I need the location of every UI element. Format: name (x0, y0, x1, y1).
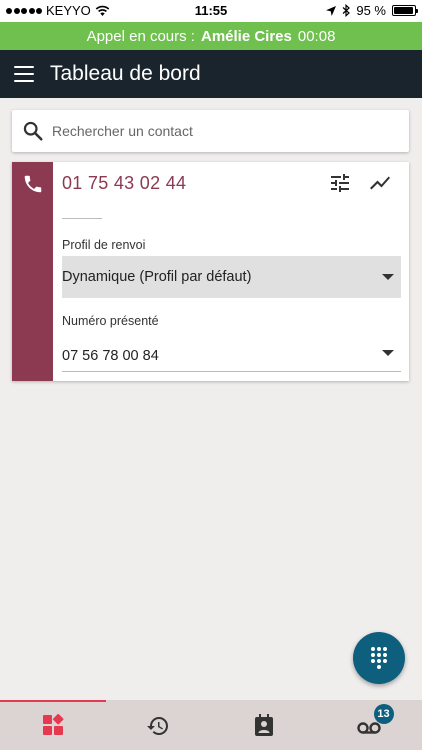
hamburger-menu-icon[interactable] (14, 66, 34, 82)
contacts-icon (254, 714, 273, 736)
dialpad-icon (371, 647, 387, 669)
dashboard-icon (42, 714, 64, 735)
voicemail-count-badge: 13 (373, 704, 394, 724)
line-color-strip (12, 162, 53, 381)
contact-search-box[interactable] (12, 110, 409, 152)
tab-contacts[interactable] (211, 700, 317, 750)
search-input[interactable] (52, 110, 402, 152)
tab-dashboard[interactable] (0, 700, 106, 750)
forwarding-profile-label: Profil de renvoi (62, 238, 146, 252)
call-banner-prefix: Appel en cours : (86, 27, 195, 45)
presented-number-label: Numéro présenté (62, 314, 159, 328)
forwarding-profile-value: Dynamique (Profil par défaut) (62, 269, 252, 285)
call-contact-name: Amélie Cires (200, 27, 292, 45)
tab-history[interactable] (106, 700, 212, 750)
status-bar: KEYYO 11:55 95 % (0, 0, 422, 22)
presented-number-select[interactable]: 07 56 78 00 84 (62, 337, 401, 372)
line-number[interactable]: 01 75 43 02 44 (62, 173, 186, 194)
tab-voicemail[interactable]: 13 (317, 700, 422, 750)
battery-icon (392, 5, 418, 16)
phone-icon (24, 175, 42, 193)
dialpad-button[interactable] (353, 632, 405, 684)
call-duration: 00:08 (297, 27, 336, 45)
forwarding-profile-select[interactable]: Dynamique (Profil par défaut) (62, 256, 401, 298)
status-indicators: 95 % (326, 3, 418, 18)
bluetooth-icon (342, 4, 351, 17)
chevron-down-icon (382, 274, 394, 280)
history-icon (147, 717, 169, 735)
search-icon (23, 121, 43, 141)
bottom-navigation: 13 (0, 700, 422, 750)
app-bar: Tableau de bord (0, 50, 422, 98)
chevron-down-icon (382, 350, 394, 356)
battery-percent: 95 % (356, 3, 386, 18)
page-title: Tableau de bord (50, 62, 201, 85)
stats-trend-icon[interactable] (368, 171, 392, 195)
settings-sliders-icon[interactable] (328, 171, 352, 195)
line-card: 01 75 43 02 44 Profil de renvoi Dynamiqu… (12, 162, 409, 381)
battery-level (394, 7, 413, 14)
number-divider (62, 218, 102, 219)
location-arrow-icon (326, 5, 337, 16)
presented-number-value: 07 56 78 00 84 (62, 348, 159, 364)
active-call-banner[interactable]: Appel en cours : Amélie Cires 00:08 (0, 22, 422, 50)
